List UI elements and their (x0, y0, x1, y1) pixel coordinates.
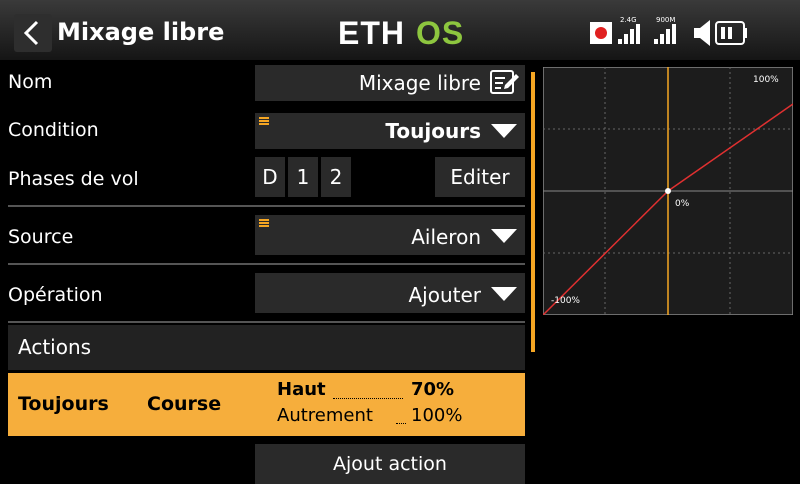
phase-d-toggle[interactable]: D (255, 157, 285, 197)
add-action-button[interactable]: Ajout action (255, 444, 525, 484)
menu-marker-icon (259, 219, 269, 227)
leader-dots (333, 398, 403, 399)
svg-text:900M: 900M (656, 16, 675, 24)
center-point (665, 188, 671, 194)
chevron-down-icon (491, 229, 517, 243)
action-row[interactable]: Toujours Course Haut 70% Autrement 100% (8, 373, 525, 436)
name-label: Nom (8, 71, 53, 93)
menu-marker-icon (259, 117, 269, 125)
graph-min-label: -100% (551, 296, 580, 306)
phase-2-toggle[interactable]: 2 (321, 157, 351, 197)
status-bar: 2.4G 900M (590, 16, 747, 46)
source-value: Aileron (411, 225, 481, 249)
svg-text:OS: OS (416, 15, 462, 50)
battery-icon (715, 21, 747, 45)
ethos-logo: ETH OS (338, 15, 462, 50)
chevron-down-icon (491, 124, 517, 138)
page-title: Mixage libre (57, 18, 225, 46)
svg-text:2.4G: 2.4G (620, 16, 637, 24)
source-dropdown[interactable]: Aileron (255, 215, 525, 255)
speaker-icon (694, 20, 710, 46)
action-key-else: Autrement (277, 405, 373, 426)
action-type: Course (147, 393, 222, 415)
condition-dropdown[interactable]: Toujours (255, 113, 525, 149)
edit-icon (490, 70, 519, 94)
name-field[interactable]: Mixage libre (255, 65, 525, 101)
operation-dropdown[interactable]: Ajouter (255, 273, 525, 313)
back-button[interactable] (14, 14, 52, 52)
leader-dots (396, 423, 406, 424)
divider (8, 263, 525, 265)
action-condition: Toujours (18, 393, 109, 415)
action-value-else: 100% (411, 405, 463, 426)
graph-mid-label: 0% (675, 199, 690, 209)
divider (8, 205, 525, 207)
divider (8, 321, 525, 323)
actions-title: Actions (18, 335, 92, 359)
operation-label: Opération (8, 284, 103, 306)
signal-900m-icon: 900M (654, 16, 676, 44)
actions-section-header: Actions (8, 325, 525, 370)
action-value-high: 70% (411, 379, 455, 400)
condition-value: Toujours (385, 119, 481, 143)
phase-1-toggle[interactable]: 1 (288, 157, 318, 197)
edit-phases-button[interactable]: Editer (435, 157, 525, 197)
top-bar: Mixage libre ETH OS 2.4G 900M (0, 0, 800, 60)
signal-2-4g-icon: 2.4G (618, 16, 640, 44)
operation-value: Ajouter (408, 283, 481, 307)
chevron-down-icon (491, 287, 517, 301)
svg-text:ETH: ETH (338, 15, 405, 50)
record-icon (590, 22, 612, 44)
source-label: Source (8, 226, 74, 248)
phases-label: Phases de vol (8, 168, 139, 190)
condition-label: Condition (8, 119, 99, 141)
scrollbar[interactable] (531, 72, 535, 352)
graph-max-label: 100% (753, 75, 779, 85)
name-value: Mixage libre (358, 71, 481, 95)
action-key-high: Haut (277, 379, 326, 400)
mix-curve-graph: 100% 0% -100% (543, 67, 793, 315)
chevron-left-icon (23, 20, 39, 46)
